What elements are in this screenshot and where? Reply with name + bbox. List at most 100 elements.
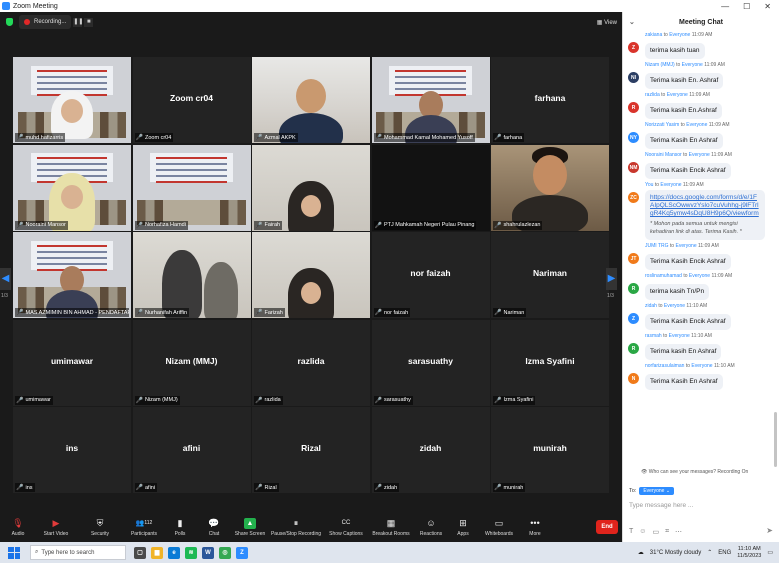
zoom-taskbar-icon[interactable]: Z [236, 546, 248, 559]
clock[interactable]: 11:10 AM 11/5/2023 [737, 546, 761, 560]
participants-icon: 👥 112 [135, 520, 153, 527]
pause-recording-button[interactable]: ❚❚ [73, 17, 83, 27]
participant-name-large: razlida [297, 355, 325, 366]
chat-message-list[interactable]: zakiana to Everyone 11:09 AM Zterima kasi… [623, 32, 773, 480]
chat-bubble: terima kasih tuan [645, 43, 705, 59]
clock-date: 11/5/2023 [737, 552, 762, 559]
show-captions-button[interactable]: CC Show Captions [324, 512, 368, 542]
minimize-button[interactable]: — [721, 2, 729, 11]
security-button[interactable]: ⛨ Security [76, 512, 124, 542]
participant-tile[interactable]: munirah 🎤 munirah [491, 407, 609, 493]
participant-tile[interactable]: zidah 🎤 zidah [371, 407, 490, 493]
participant-tile[interactable]: sarasuathy 🎤 sarasuathy [371, 319, 490, 406]
start-video-button[interactable]: ▶ Start Video [36, 512, 76, 542]
participant-tile[interactable]: 🎤 PTJ Mahkamah Negeri Pulau Pinang [371, 144, 490, 231]
breakout-rooms-button[interactable]: ▦ Breakout Rooms [368, 512, 414, 542]
who-can-see-notice[interactable]: 👁 Who can see your messages? Recording O… [641, 469, 748, 475]
emoji-icon[interactable]: ☺ [639, 528, 646, 536]
chat-sender[interactable]: norfarizasulaiman [645, 363, 684, 369]
chevron-down-icon[interactable]: ⌄ [629, 18, 635, 26]
participant-tile[interactable]: Nariman 🎤 Nariman [491, 232, 609, 318]
prev-page-button[interactable]: ◀ [0, 268, 11, 290]
stop-recording-button[interactable]: ■ [84, 17, 94, 27]
participant-tile[interactable]: 🎤 Nurhanifah Ariffin [132, 232, 251, 318]
task-view-icon[interactable]: ▢ [134, 546, 146, 559]
chat-button[interactable]: 💬 Chat [196, 512, 232, 542]
participant-tile[interactable]: Zoom cr04 🎤 Zoom cr04 [132, 57, 251, 143]
chat-sender[interactable]: Norizzati Yasim [645, 122, 679, 128]
maximize-button[interactable]: ☐ [743, 2, 750, 11]
chat-sender[interactable]: razlida [645, 92, 660, 98]
word-icon[interactable]: W [202, 546, 214, 559]
taskbar-search-box[interactable]: ⌕ Type here to search [30, 545, 126, 560]
polls-button[interactable]: ▮ Polls [164, 512, 196, 542]
participant-tile[interactable]: 🎤 Norhafiza Hamdi [132, 144, 251, 231]
participant-tile[interactable]: 🎤 Mohammad Kamal Mohamed Yusoff [371, 57, 490, 143]
chrome-icon[interactable]: ◎ [219, 546, 231, 559]
participant-tile[interactable]: 🎤 Farizah [252, 232, 370, 318]
form-link[interactable]: https://docs.google.com/forms/d/e/1FAIpQ… [650, 194, 759, 217]
participant-tile[interactable]: ins 🎤 ins [13, 407, 131, 493]
share-screen-button[interactable]: ▲ Share Screen [232, 512, 268, 542]
poster-image [132, 144, 251, 231]
more-button[interactable]: ••• More [520, 512, 550, 542]
next-page-button[interactable]: ▶ [606, 268, 617, 290]
chat-sender[interactable]: You [645, 182, 653, 188]
chat-sender[interactable]: rasmah [645, 333, 662, 339]
file-explorer-icon[interactable]: ▆ [151, 546, 163, 559]
chat-sender[interactable]: zakiana [645, 32, 662, 38]
participant-tile[interactable]: 🎤 Nooraini Mansor [13, 144, 131, 231]
participant-tile[interactable]: Rizal 🎤 Rizal [252, 407, 370, 493]
view-button[interactable]: ▦ View [597, 19, 617, 26]
chat-sender[interactable]: JUMI TRG [645, 243, 669, 249]
participant-tile[interactable]: farhana 🎤 farhana [491, 57, 609, 143]
spotify-icon[interactable]: ≋ [185, 546, 197, 559]
participant-tile[interactable]: 🎤 Azmal AKPK [252, 57, 370, 143]
participant-tile[interactable]: razlida 🎤 razlida [252, 319, 370, 406]
chat-sender[interactable]: roslinamuhamad [645, 273, 682, 279]
participants-button[interactable]: 👥 112 Participants [124, 512, 164, 542]
windows-start-icon[interactable] [8, 546, 20, 559]
participant-tile[interactable]: 🎤 muhd hafizarris [13, 57, 131, 143]
participant-tile[interactable]: nor faizah 🎤 nor faizah [371, 232, 490, 318]
participant-name: nor faizah [383, 309, 409, 316]
language-indicator[interactable]: ENG [718, 550, 731, 556]
recipient-dropdown[interactable]: Everyone ⌄ [639, 487, 675, 495]
close-button[interactable]: ✕ [764, 2, 771, 11]
participant-tile[interactable]: umimawar 🎤 umimawar [13, 319, 131, 406]
format-text-icon[interactable]: T [629, 528, 633, 536]
notifications-icon[interactable]: ▭ [767, 549, 773, 556]
chat-meta: razlida to Everyone 11:09 AM [645, 92, 773, 99]
chat-sender[interactable]: Nooraini Mansor [645, 152, 682, 158]
weather-text[interactable]: 31°C Mostly cloudy [650, 550, 701, 556]
chat-sender[interactable]: Nizam (MMJ) [645, 62, 675, 68]
chat-bubble: Terima kasih En.Ashraf [645, 103, 722, 119]
participants-label: Participants [130, 530, 158, 537]
whiteboards-button[interactable]: ▭ Whiteboards [478, 512, 520, 542]
chat-icon: 💬 [208, 517, 220, 528]
zoom-logo-icon [2, 2, 10, 10]
screenshot-icon[interactable]: ⌗ [665, 528, 669, 536]
edge-icon[interactable]: e [168, 546, 180, 559]
more-options-icon[interactable]: ⋯ [675, 528, 682, 536]
chat-scrollbar[interactable] [774, 412, 777, 467]
send-icon[interactable]: ➤ [766, 526, 773, 535]
participant-tile[interactable]: Izma Syafini 🎤 Izma Syafini [491, 319, 609, 406]
audio-button[interactable]: 🎙 Audio [0, 512, 36, 542]
chat-meta: Norizzati Yasim to Everyone 11:09 AM [645, 122, 773, 129]
encryption-shield-icon[interactable] [6, 18, 13, 26]
participant-tile[interactable]: afini 🎤 afini [132, 407, 251, 493]
participant-tile[interactable]: 🎤 Fairah [252, 144, 370, 231]
reactions-button[interactable]: ☺ Reactions [414, 512, 448, 542]
file-icon[interactable]: ▭ [652, 528, 659, 536]
participant-tile[interactable]: 🎤 shahrulazlezan [491, 144, 609, 231]
tray-arrow-icon[interactable]: ⌃ [707, 549, 712, 556]
apps-button[interactable]: ⊞ Apps [448, 512, 478, 542]
chat-message-input[interactable]: Type message here ... [629, 502, 693, 509]
chat-sender[interactable]: zidah [645, 303, 657, 309]
end-meeting-button[interactable]: End [596, 520, 618, 534]
participant-tile[interactable]: 🎤 MAS AZMIMIN BIN AHMAD - PENDAFTARAN [13, 232, 131, 318]
pause-stop-recording-button[interactable]: ⏸ Pause/Stop Recording [268, 512, 324, 542]
participant-tile[interactable]: Nizam (MMJ) 🎤 Nizam (MMJ) [132, 319, 251, 406]
participant-label: 🎤 razlida [254, 395, 283, 405]
